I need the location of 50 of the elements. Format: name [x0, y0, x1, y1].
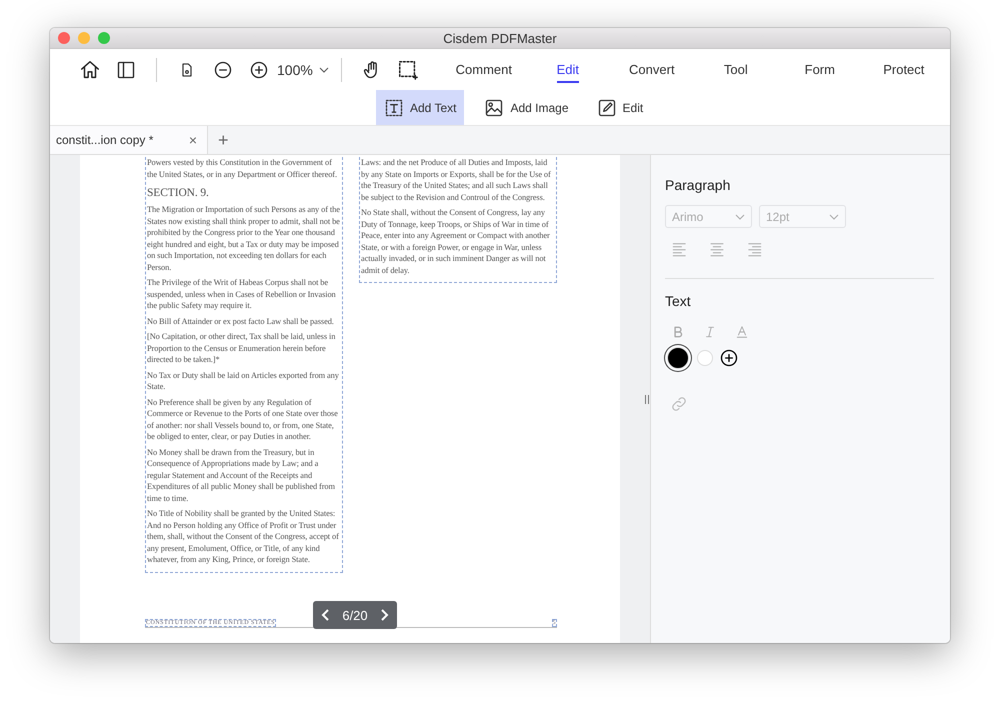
text-block[interactable] [359, 157, 557, 283]
paragraph: No Title of Nobility shall be granted by the United States: And no Person holding any Office of Profit or Trust under them, shall, without the Consent of the Congress, accept of any present, Emolument, Office, or Title, of any kind whatever, from any King, Prince, or foreign State. [147, 508, 340, 566]
menu-tab[interactable]: Convert [610, 58, 694, 81]
next-page-button[interactable] [379, 609, 389, 621]
tab-label: constit...ion copy * [56, 133, 154, 147]
color-swatch[interactable] [697, 350, 713, 366]
tool-button[interactable]: Add Image [476, 90, 577, 125]
page-indicator[interactable]: 6/20 [342, 608, 368, 622]
window-title: Cisdem PDFMaster [443, 30, 557, 46]
paragraph: Powers vested by this Constitution in the Government of the United States, or in any Department or Officer thereof. [147, 157, 338, 180]
home-icon[interactable] [79, 58, 101, 80]
menu-tab[interactable]: Comment [442, 58, 526, 81]
pencil-icon[interactable] [596, 98, 617, 118]
paragraph: The Migration or Importation of such Persons as any of the States now existing shall think proper to admit, shall not be prohibited by the Congress prior to the Year one thousand eight hundred and eight, but a Tax or duty may be imposed on such Importation, not exceeding ten dollars for each Person. [147, 204, 341, 273]
paragraph: No Preference shall be given by any Regulation of Commerce or Revenue to the Ports of one State over those of another: nor shall Vessels bound to, or from, one State, be obliged to enter, clear, or pay Duties in another. [147, 396, 339, 442]
paragraph: Laws: and the net Produce of all Duties and Imposts, laid by any State on Imports or Exports, shall be for the Use of the Treasury of the United States; and all such Laws shall be subject to the Revision and Controul of the Congress. [361, 157, 552, 203]
zoom-in-icon[interactable] [249, 60, 269, 80]
tool-button[interactable]: Edit [588, 90, 652, 125]
section-title: Paragraph [665, 177, 732, 193]
chevron-down-icon [829, 212, 839, 222]
add-color-icon[interactable] [719, 348, 739, 368]
add-text-icon[interactable] [384, 98, 404, 118]
paragraph: No Bill of Attainder or ex post facto Law shall be passed. [147, 316, 335, 327]
menu-tab[interactable]: Edit [526, 58, 610, 81]
text-block[interactable] [145, 157, 343, 572]
menu-tab[interactable]: Tool [694, 58, 778, 81]
tool-button[interactable]: Add Text [376, 90, 464, 125]
paragraph: The Privilege of the Writ of Habeas Corpus shall not be suspended, unless when in Cases of Rebellion or Invasion the public Safety may require it. [147, 277, 337, 312]
document-tab[interactable]: constit...ion copy * × [50, 126, 208, 154]
zoom-out-icon[interactable] [213, 60, 233, 80]
paragraph: No Tax or Duty shall be laid on Articles exported from any State. [147, 370, 340, 392]
image-icon[interactable] [484, 98, 504, 118]
zoom-dropdown[interactable]: 100% [277, 58, 329, 82]
sidebar-icon[interactable] [116, 60, 136, 80]
close-tab-button[interactable]: × [188, 132, 197, 148]
paragraph: No Money shall be drawn from the Treasury, but in Consequence of Appropriations made by Law; and a regular Statement and Account of the Receipts and Expenditures of all public Money shall be published from time to time. [147, 446, 336, 504]
chevron-down-icon [318, 64, 329, 74]
paragraph: No State shall, without the Consent of Congress, lay any Duty of Tonnage, keep Troops, or Ships of War in time of Peace, enter into any Agreement or Compact with another State, or with a foreign Power, or engage in War, unless actually invaded, or in such imminent Danger as will not admit of delay. [361, 207, 551, 276]
splitter-handle[interactable] [645, 394, 649, 404]
menu-tab[interactable]: Form [778, 58, 862, 81]
color-swatch[interactable] [667, 347, 689, 369]
menu-tab[interactable]: Protect [862, 58, 946, 81]
section-title: Text [665, 293, 692, 309]
chevron-down-icon [735, 212, 745, 222]
paragraph: [No Capitation, or other direct, Tax shall be laid, unless in Proportion to the Census or Enumeration herein before directed to be taken.]* [147, 331, 336, 366]
previous-page-button[interactable] [321, 609, 331, 621]
text-color-icon[interactable] [735, 325, 749, 339]
selection-icon[interactable] [396, 58, 419, 80]
section-heading: SECTION. 9. [147, 186, 210, 200]
new-tab-button[interactable]: + [218, 130, 229, 150]
